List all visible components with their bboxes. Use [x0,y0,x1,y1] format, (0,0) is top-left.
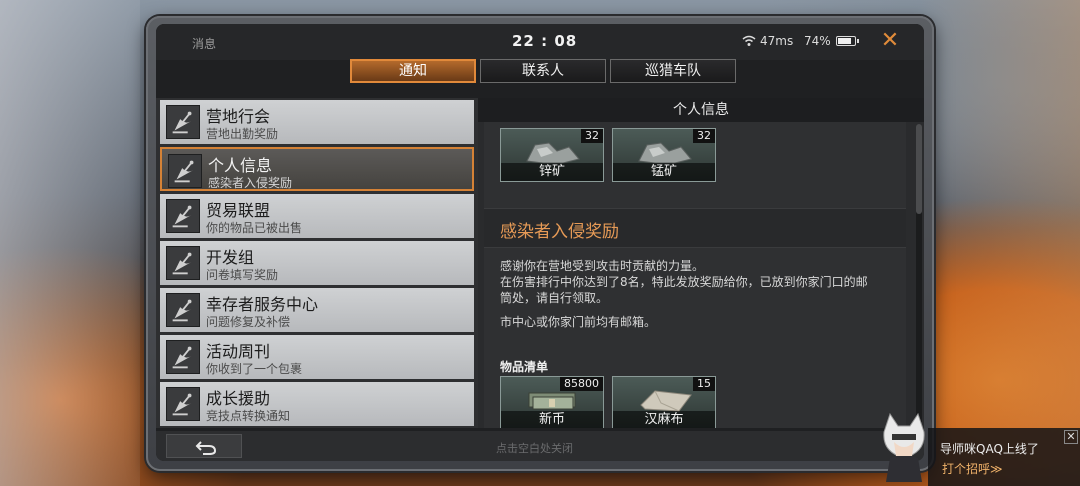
message-body-line: 感谢你在营地受到攻击时贡献的力量。 [500,259,705,273]
list-item-subtitle: 你收到了一个包裹 [206,362,303,376]
mentor-avatar [883,412,925,482]
item-count: 15 [693,377,715,391]
list-item-title: 开发组 [206,248,255,267]
satellite-dish-icon [166,293,200,327]
list-item-subtitle: 你的物品已被出售 [206,221,303,235]
app-name: 消息 [192,37,217,51]
list-item-title: 幸存者服务中心 [206,295,319,314]
status-bar: 消息 22 : 08 47ms 74% ✕ [156,24,924,60]
clock: 22 : 08 [512,32,578,50]
list-item-subtitle: 感染者入侵奖励 [208,176,293,190]
network-status: 47ms [742,34,793,48]
list-item-title: 个人信息 [208,156,273,175]
tab-hunting-convoy[interactable]: 巡猎车队 [610,59,736,83]
item-count: 32 [693,129,715,143]
list-item-title: 贸易联盟 [206,201,271,220]
satellite-dish-icon [166,105,200,139]
item-name: 锌矿 [501,163,603,181]
phone-frame: 消息 22 : 08 47ms 74% ✕ 通知 联系人 巡猎车队 营地行会 营… [146,16,934,471]
item-name: 汉麻布 [613,411,715,428]
section-title-text: 感染者入侵奖励 [500,222,619,242]
satellite-dish-icon [166,246,200,280]
list-item[interactable]: 成长援助 竞技点转换通知 [160,382,474,426]
tab-contacts[interactable]: 联系人 [480,59,606,83]
tab-notifications[interactable]: 通知 [350,59,476,83]
tab-bar: 通知 联系人 巡猎车队 [350,59,736,83]
cloth-icon [640,390,692,412]
message-list: 营地行会 营地出勤奖励 个人信息 感染者入侵奖励 贸易联盟 你的物品已被出售 开… [156,98,478,428]
section-title: 感染者入侵奖励 [484,208,906,248]
item-card-zinc-ore[interactable]: 32 锌矿 [500,128,604,182]
list-item-subtitle: 营地出勤奖励 [206,127,279,141]
bottom-bar: 点击空白处关闭 [156,431,924,461]
detail-body: 32 锌矿 32 锰矿 感染者入侵奖励 感谢你在营地受到攻击时贡献的力量。 在伤… [484,122,906,428]
list-item[interactable]: 开发组 问卷填写奖励 [160,241,474,285]
message-body-line: 市中心或你家门前均有邮箱。 [500,315,657,329]
satellite-dish-icon [168,154,202,188]
ping-text: 47ms [760,34,794,48]
list-item[interactable]: 贸易联盟 你的物品已被出售 [160,194,474,238]
item-name: 新币 [501,411,603,428]
mentor-panel[interactable]: ✕ 导师咪QAQ上线了 打个招呼≫ [928,428,1080,486]
satellite-dish-icon [166,340,200,374]
ore-icon [638,142,692,164]
phone-screen: 消息 22 : 08 47ms 74% ✕ 通知 联系人 巡猎车队 营地行会 营… [156,24,924,461]
list-item-subtitle: 问卷填写奖励 [206,268,279,282]
close-icon[interactable]: ✕ [878,28,902,54]
list-item[interactable]: 个人信息 感染者入侵奖励 [160,147,474,191]
items-list-label: 物品清单 [500,360,549,374]
list-item[interactable]: 营地行会 营地出勤奖励 [160,100,474,144]
list-item-title: 成长援助 [206,389,271,408]
wifi-icon [742,35,756,46]
satellite-dish-icon [166,199,200,233]
item-name: 锰矿 [613,163,715,181]
battery-percent: 74% [804,34,831,48]
close-hint: 点击空白处关闭 [496,442,573,455]
battery-icon [836,36,859,46]
item-count: 32 [581,129,603,143]
ore-icon [526,142,580,164]
back-arrow-icon [195,441,217,455]
item-card-manganese-ore[interactable]: 32 锰矿 [612,128,716,182]
list-item-subtitle: 竞技点转换通知 [206,409,291,423]
detail-scrollbar[interactable] [916,124,922,424]
greet-button[interactable]: 打个招呼≫ [942,460,1003,477]
item-card-new-coin[interactable]: 85800 新币 [500,376,604,428]
list-item[interactable]: 活动周刊 你收到了一个包裹 [160,335,474,379]
item-count: 85800 [560,377,603,391]
back-button[interactable] [166,434,242,458]
mentor-message: 导师咪QAQ上线了 [940,442,1039,456]
close-icon[interactable]: ✕ [1064,430,1078,444]
satellite-dish-icon [166,387,200,421]
list-item-title: 营地行会 [206,107,271,126]
background-left-glare [0,0,140,486]
list-item[interactable]: 幸存者服务中心 问题修复及补偿 [160,288,474,332]
mentor-notification: ✕ 导师咪QAQ上线了 打个招呼≫ [870,412,1080,486]
detail-header: 个人信息 [478,98,924,122]
list-item-title: 活动周刊 [206,342,271,361]
item-card-hemp-cloth[interactable]: 15 汉麻布 [612,376,716,428]
list-item-subtitle: 问题修复及补偿 [206,315,291,329]
message-body-line: 筒处，请自行领取。 [500,291,609,305]
message-detail: 个人信息 32 锌矿 32 锰矿 感染者入侵奖励 感谢你在营地受到攻击时贡献的力… [478,98,924,428]
message-body-line: 在伤害排行中你达到了8名，特此发放奖励给你，已放到你家门口的邮 [500,275,868,289]
